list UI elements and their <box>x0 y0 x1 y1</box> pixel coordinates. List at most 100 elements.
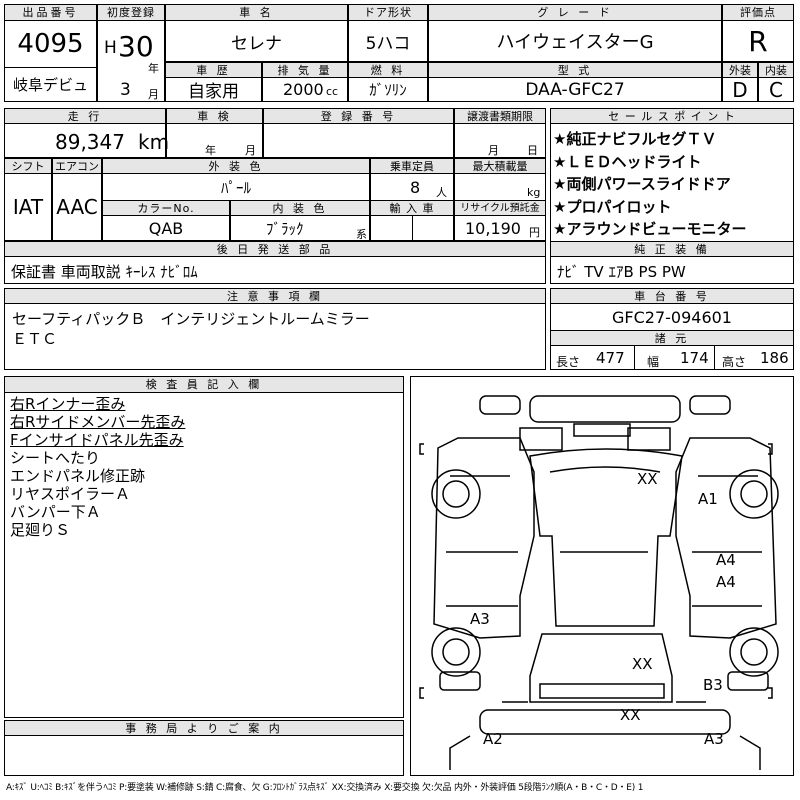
fuel: ｶﾞｿﾘﾝ <box>348 77 428 102</box>
inspector-label: 検 査 員 記 入 欄 <box>4 376 404 393</box>
capacity-label: 乗車定員 <box>370 158 454 174</box>
door-type: 5ハコ <box>348 20 428 62</box>
shift-label: シフト <box>4 158 52 174</box>
interior-grade: C <box>758 77 794 102</box>
inspector-line: 足廻りＳ <box>10 521 71 539</box>
dims-divider-1 <box>634 345 635 370</box>
equip-label: 純 正 装 備 <box>550 241 794 257</box>
sales-points: ★純正ナビフルセグＴＶ ★ＬＥＤヘッドライト ★両側パワースライドドア ★プロパ… <box>553 128 793 241</box>
import-divider <box>412 215 454 241</box>
recycle: 10,190 <box>465 219 521 238</box>
later-items: 保証書 車両取説 ｷｰﾚｽ ﾅﾋﾞﾛﾑ <box>4 256 546 284</box>
lot-label: 出品番号 <box>4 4 97 21</box>
car-name: セレナ <box>165 20 348 62</box>
height-label: 高さ <box>722 355 747 369</box>
transfer-label: 譲渡書類期限 <box>454 108 546 124</box>
damage-mark: A2 <box>483 730 503 748</box>
mileage-unit: km <box>138 130 170 154</box>
damage-mark: B3 <box>703 676 723 694</box>
dims-box <box>550 345 794 370</box>
damage-mark: A3 <box>470 610 490 628</box>
grade-label: グ レ ー ド <box>428 4 722 21</box>
inspection-label: 車 検 <box>166 108 263 124</box>
first-reg-month: 3 <box>120 80 131 100</box>
car-diagram <box>419 395 779 770</box>
chassis-label: 車 台 番 号 <box>550 288 794 304</box>
caution-text: セーフティパックＢ インテリジェントルームミラー ＥＴＣ <box>12 309 370 349</box>
first-reg-label: 初度登録 <box>97 4 165 21</box>
inspection-year-unit: 年 <box>205 144 216 157</box>
recycle-unit: 円 <box>529 226 540 239</box>
exterior-label: 外装 <box>722 62 758 78</box>
inspector-line: バンパー下Ａ <box>10 503 101 521</box>
shift: IAT <box>4 173 52 241</box>
lot-number: 4095 <box>4 20 97 68</box>
sales-point: ★アラウンドビューモニター <box>553 220 747 238</box>
max-load-unit: kg <box>527 186 541 199</box>
displacement: 2000 <box>283 80 324 99</box>
legend: A:ｷｽﾞ U:ﾍｺﾐ B:ｷｽﾞを伴うﾍｺﾐ P:要塗装 W:補修跡 S:錆 … <box>6 783 644 793</box>
car-name-label: 車 名 <box>165 4 348 21</box>
capacity: 8 <box>410 178 421 197</box>
width: 174 <box>680 349 709 367</box>
inspection-month-unit: 月 <box>245 144 256 157</box>
door-label: ドア形状 <box>348 4 428 21</box>
later-items-label: 後 日 発 送 部 品 <box>4 241 546 257</box>
displacement-unit: cc <box>326 85 339 98</box>
ext-color: ﾊﾟｰﾙ <box>102 173 370 201</box>
inspector-line: エンドパネル修正跡 <box>10 467 146 485</box>
model-code: DAA-GFC27 <box>428 77 722 102</box>
mileage-label: 走 行 <box>4 108 166 124</box>
score: R <box>722 20 794 62</box>
sales-label: セ ー ル ス ポ イ ン ト <box>550 108 794 124</box>
damage-mark: A4 <box>716 573 736 591</box>
inspector-line: 右Rインナー歪み <box>10 395 126 413</box>
inspector-line: シートへたり <box>10 449 101 467</box>
damage-mark: A3 <box>704 730 724 748</box>
ac: AAC <box>52 173 102 241</box>
capacity-unit: 人 <box>436 186 447 199</box>
ext-color-label: 外 装 色 <box>102 158 370 174</box>
history: 自家用 <box>165 77 262 102</box>
dims-label: 諸 元 <box>550 330 794 346</box>
int-color-label: 内 装 色 <box>230 200 370 216</box>
equipment: ﾅﾋﾞ TV ｴｱB PS PW <box>550 256 794 284</box>
damage-mark: A4 <box>716 551 736 569</box>
width-label: 幅 <box>647 355 660 369</box>
int-color: ﾌﾞﾗｯｸ <box>266 220 304 238</box>
first-reg-era: H <box>104 38 117 58</box>
damage-mark: XX <box>637 470 658 488</box>
max-load-label: 最大積載量 <box>454 158 546 174</box>
history-label: 車 歴 <box>165 62 262 78</box>
office-label: 事 務 局 よ り ご 案 内 <box>4 720 404 736</box>
damage-mark: XX <box>620 706 641 724</box>
ac-label: エアコン <box>52 158 102 174</box>
exterior-grade: D <box>722 77 758 102</box>
inspector-line: Fインサイドパネル先歪み <box>10 431 184 449</box>
score-label: 評価点 <box>722 4 794 21</box>
caution-line: セーフティパックＢ インテリジェントルームミラー <box>12 310 370 328</box>
inspector-line: 右Rサイドメンバー先歪み <box>10 413 186 431</box>
import-label: 輸 入 車 <box>370 200 454 216</box>
first-reg-year-unit: 年 <box>148 62 159 75</box>
damage-mark: XX <box>632 655 653 673</box>
displacement-label: 排 気 量 <box>262 62 348 78</box>
length: 477 <box>596 349 625 367</box>
length-label: 長さ <box>556 355 581 369</box>
mileage: 89,347 <box>55 130 125 154</box>
color-no-label: カラーNo. <box>102 200 230 216</box>
caution-line: ＥＴＣ <box>12 330 58 348</box>
first-reg-month-unit: 月 <box>148 88 159 101</box>
inspector-line: リヤスポイラーＡ <box>10 485 131 503</box>
model-code-label: 型 式 <box>428 62 722 78</box>
transfer-day-unit: 日 <box>527 144 538 157</box>
grade: ハイウェイスターG <box>428 20 722 62</box>
dims-divider-2 <box>714 345 715 370</box>
caution-label: 注 意 事 項 欄 <box>4 288 546 304</box>
first-reg-year: 30 <box>118 30 154 63</box>
reg-box <box>263 123 454 158</box>
transfer-month-unit: 月 <box>488 144 499 157</box>
color-no: QAB <box>102 215 230 241</box>
fuel-label: 燃 料 <box>348 62 428 78</box>
interior-label: 内装 <box>758 62 794 78</box>
